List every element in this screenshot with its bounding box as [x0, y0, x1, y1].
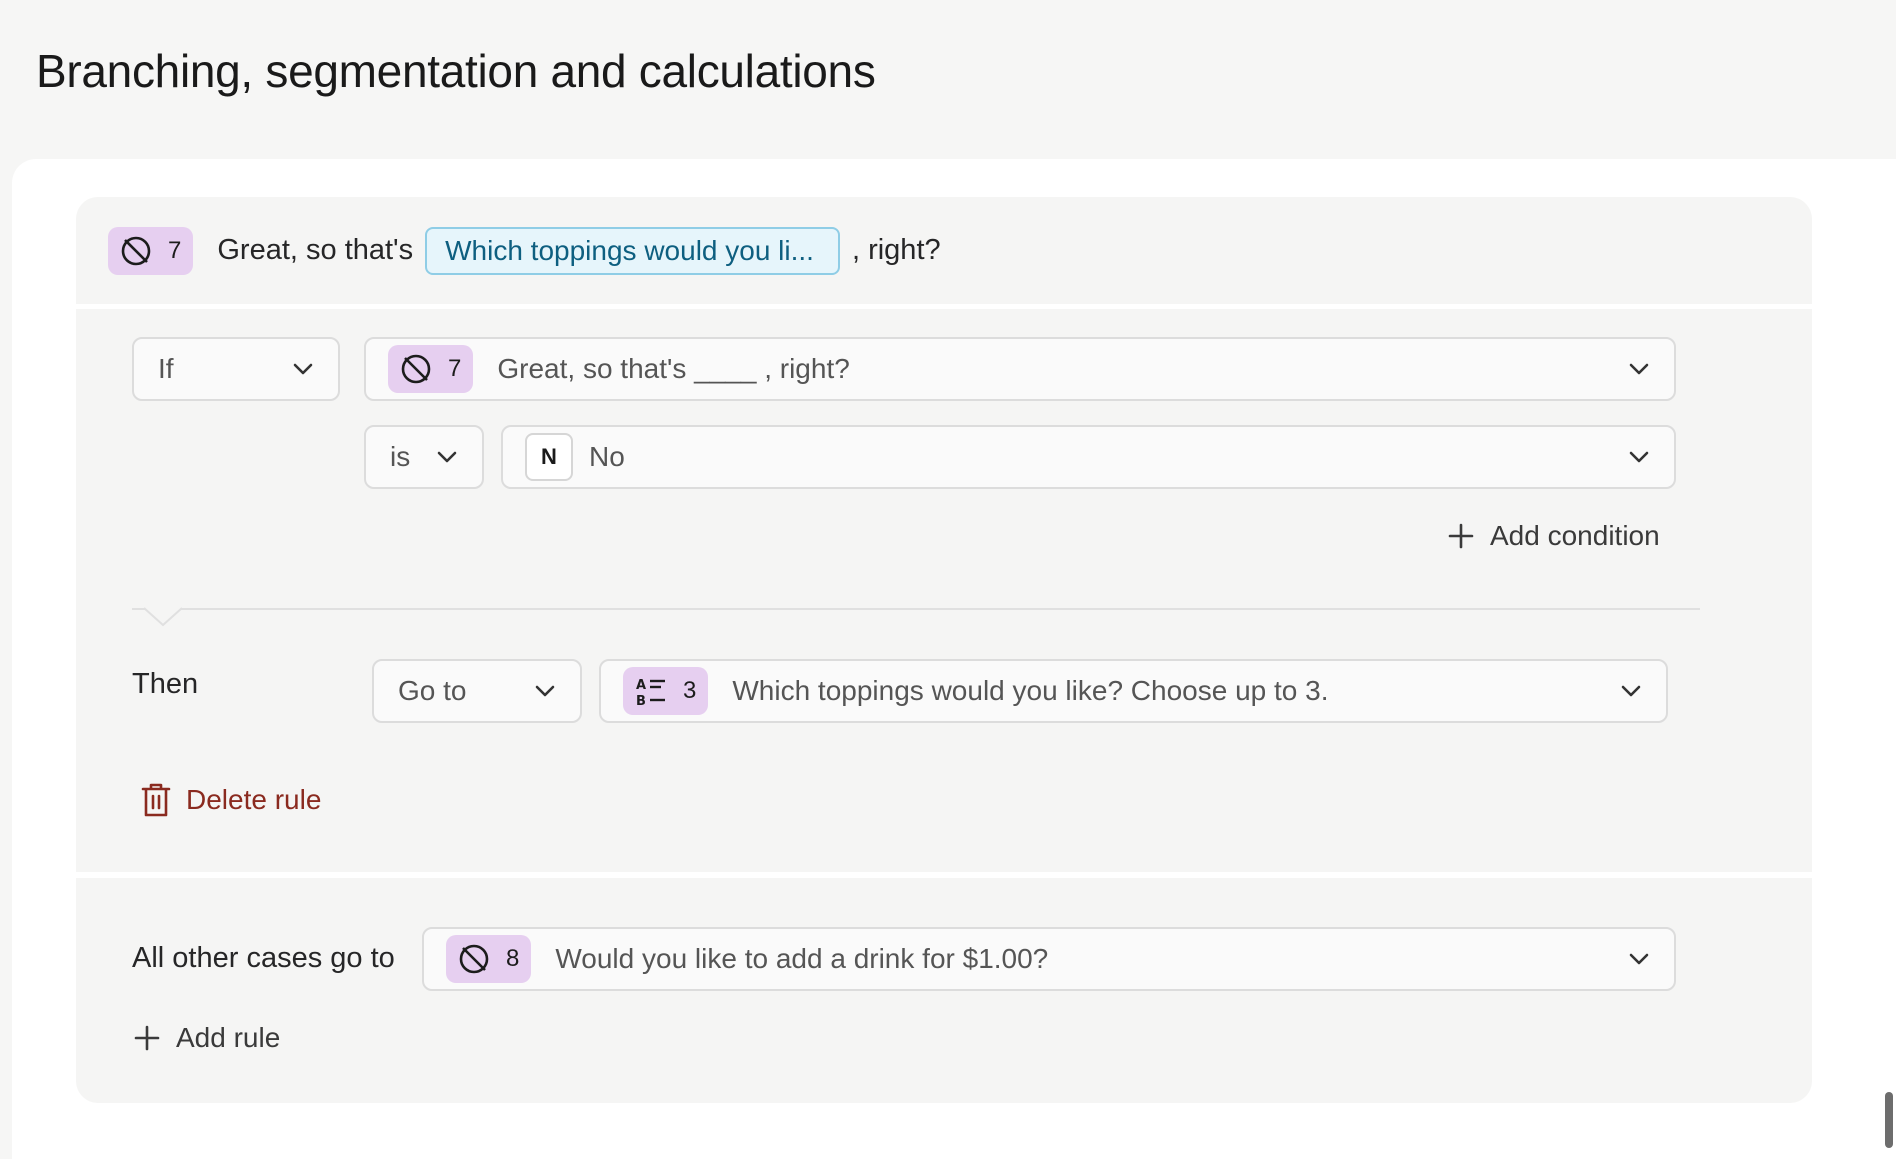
chevron-down-icon	[1629, 953, 1649, 965]
question-text-after: , right?	[851, 234, 941, 266]
page-title: Branching, segmentation and calculations	[36, 45, 876, 97]
multiple-choice-icon: A B	[636, 678, 665, 709]
chevron-down-icon	[535, 685, 555, 697]
then-label: Then	[132, 668, 199, 700]
chevron-down-icon	[1629, 363, 1649, 375]
trash-icon	[141, 783, 171, 817]
condition-question-text: Great, so that's ____ , right?	[497, 353, 850, 384]
add-condition-button[interactable]: Add condition	[1446, 520, 1660, 552]
chevron-down-icon	[1629, 451, 1649, 463]
add-rule-button[interactable]: Add rule	[132, 1022, 280, 1054]
chevron-down-icon	[293, 363, 313, 375]
question-header: 7 Great, so that's Which toppings would …	[76, 197, 1812, 309]
no-symbol-icon	[459, 944, 489, 974]
svg-text:A: A	[636, 678, 646, 693]
recall-chip[interactable]: Which toppings would you li...	[425, 226, 840, 275]
question-badge: A B 3	[623, 667, 709, 715]
value-label: No	[589, 441, 625, 472]
question-badge: 7	[108, 226, 194, 275]
operator-select[interactable]: is	[364, 425, 484, 489]
add-rule-label: Add rule	[176, 1022, 281, 1053]
plus-icon	[134, 1025, 160, 1051]
question-badge: 8	[446, 935, 532, 983]
question-number: 7	[448, 355, 462, 382]
question-badge: 7	[388, 345, 474, 393]
action-value: Go to	[398, 675, 467, 706]
delete-rule-button[interactable]: Delete rule	[140, 782, 321, 818]
value-select[interactable]: N No	[501, 425, 1676, 489]
if-select[interactable]: If	[132, 337, 340, 401]
operator-value: is	[390, 441, 411, 472]
question-number: 7	[168, 236, 182, 264]
destination-text: Which toppings would you like? Choose up…	[732, 675, 1329, 706]
fallback-label: All other cases go to	[132, 942, 395, 974]
no-symbol-icon	[121, 236, 151, 265]
choice-key-badge: N	[525, 433, 573, 481]
no-symbol-icon	[401, 354, 431, 384]
fallback-destination-select[interactable]: 8 Would you like to add a drink for $1.0…	[422, 927, 1676, 991]
divider-notch	[144, 607, 182, 627]
scrollbar-thumb[interactable]	[1885, 1092, 1893, 1148]
svg-text:B: B	[636, 694, 646, 709]
question-text-before: Great, so that's	[217, 234, 414, 266]
section-divider	[76, 872, 1812, 878]
chevron-down-icon	[1621, 685, 1641, 697]
destination-select[interactable]: A B 3 Which toppings would you like? Cho…	[599, 659, 1668, 723]
delete-rule-label: Delete rule	[186, 784, 322, 815]
question-number: 8	[506, 945, 520, 972]
plus-icon	[1448, 523, 1474, 549]
add-condition-label: Add condition	[1490, 520, 1660, 551]
action-select[interactable]: Go to	[372, 659, 582, 723]
if-select-value: If	[158, 353, 174, 384]
chevron-down-icon	[437, 451, 457, 463]
condition-question-select[interactable]: 7 Great, so that's ____ , right?	[364, 337, 1676, 401]
question-number: 3	[683, 677, 697, 704]
fallback-destination-text: Would you like to add a drink for $1.00?	[555, 943, 1049, 974]
then-divider	[132, 608, 1700, 610]
